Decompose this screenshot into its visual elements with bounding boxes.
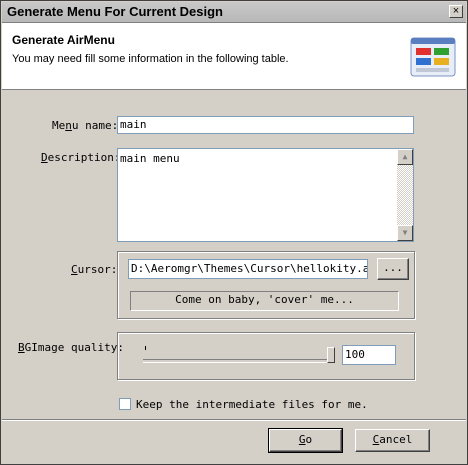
dialog-window: Generate Menu For Current Design × Gener…: [0, 0, 468, 465]
description-textarea[interactable]: main menu ▲ ▼: [117, 148, 414, 242]
quality-slider-thumb[interactable]: [327, 347, 335, 363]
description-text: main menu: [120, 152, 180, 165]
menu-name-input[interactable]: main: [117, 116, 414, 134]
quality-input[interactable]: 100: [342, 345, 396, 365]
slider-tick: [145, 346, 146, 350]
cancel-button[interactable]: Cancel: [355, 429, 430, 452]
quality-slider-track[interactable]: [143, 359, 333, 363]
description-label: Description:: [41, 151, 121, 164]
arrow-down-icon: ▼: [402, 228, 408, 237]
menu-grid-icon: [410, 37, 456, 77]
description-scrollbar[interactable]: ▲ ▼: [397, 149, 413, 241]
cursor-path-input[interactable]: D:\Aeromgr\Themes\Cursor\hellokity.amt: [128, 259, 368, 279]
scroll-up-button[interactable]: ▲: [397, 149, 413, 165]
go-button[interactable]: Go: [268, 428, 343, 453]
bgimage-quality-label: BGImage quality:: [18, 341, 124, 354]
header-title: Generate AirMenu: [12, 33, 115, 47]
cursor-preview: Come on baby, 'cover' me...: [130, 291, 399, 311]
title-bar[interactable]: Generate Menu For Current Design ×: [2, 2, 466, 23]
scroll-down-button[interactable]: ▼: [397, 225, 413, 241]
header-subtitle: You may need fill some information in th…: [12, 53, 289, 65]
menu-name-label: Menu name:: [52, 119, 119, 132]
cursor-label: Cursor:: [71, 263, 118, 276]
close-icon: ×: [452, 5, 460, 17]
keep-files-checkbox[interactable]: [119, 398, 131, 410]
bottom-separator: [2, 419, 466, 421]
keep-files-label: Keep the intermediate files for me.: [136, 398, 368, 411]
wizard-header: Generate AirMenu You may need fill some …: [2, 23, 466, 90]
window-title: Generate Menu For Current Design: [7, 4, 223, 19]
arrow-up-icon: ▲: [402, 152, 408, 161]
close-button[interactable]: ×: [449, 5, 463, 18]
browse-button[interactable]: ...: [377, 258, 409, 280]
